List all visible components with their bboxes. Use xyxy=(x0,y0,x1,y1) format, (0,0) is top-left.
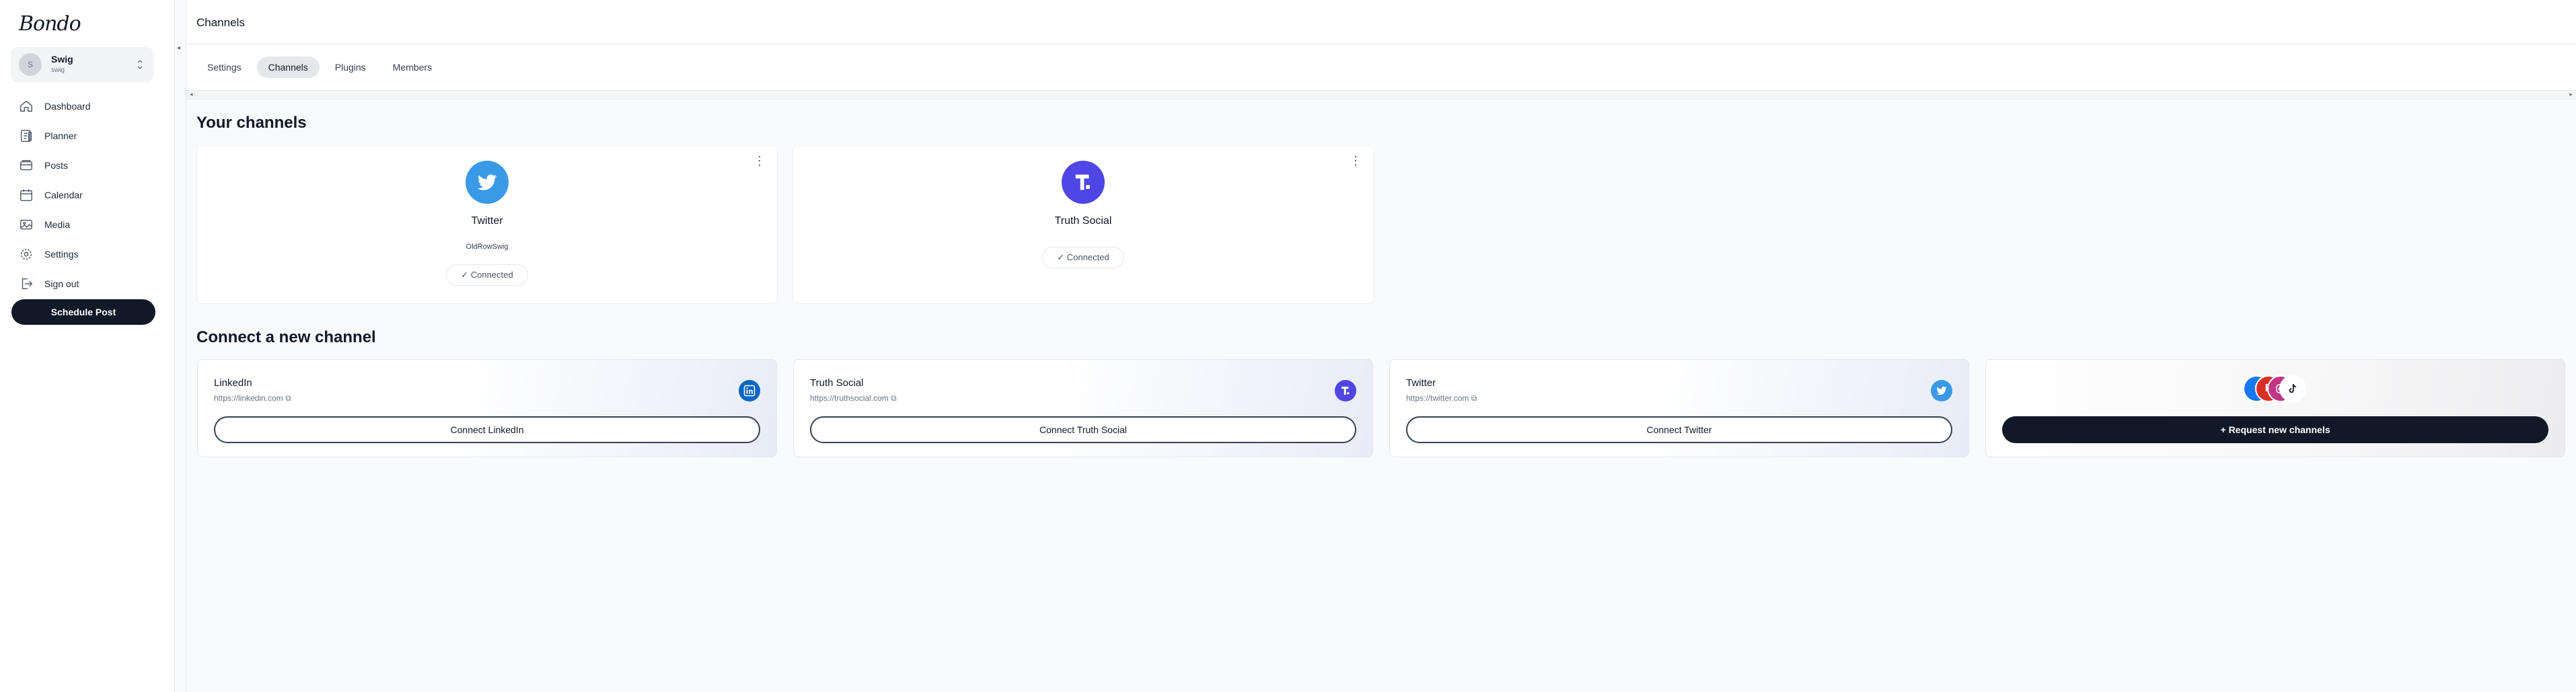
external-link-icon: ⧉ xyxy=(891,393,897,403)
request-new-channels-button[interactable]: + Request new channels xyxy=(2002,416,2548,443)
sidebar-item-label: Media xyxy=(44,219,71,230)
external-link-icon: ⧉ xyxy=(1471,393,1477,403)
channel-username: OldRowSwig xyxy=(466,243,509,251)
tab-channels[interactable]: Channels xyxy=(256,56,320,78)
sidebar-collapse-handle[interactable]: ◂ xyxy=(175,0,186,692)
connect-linkedin-button[interactable]: Connect LinkedIn xyxy=(214,416,760,443)
sidebar-item-settings[interactable]: Settings xyxy=(11,239,159,269)
tab-settings[interactable]: Settings xyxy=(196,56,253,78)
connect-twitter-button[interactable]: Connect Twitter xyxy=(1406,416,1952,443)
sidebar-item-dashboard[interactable]: Dashboard xyxy=(11,91,159,121)
schedule-post-button[interactable]: Schedule Post xyxy=(11,299,155,325)
chevron-left-icon: ◂ xyxy=(177,44,181,52)
truth-social-icon xyxy=(1335,380,1356,401)
connect-channel-url[interactable]: https://twitter.com ⧉ xyxy=(1406,393,1477,403)
connected-badge: ✓ Connected xyxy=(1042,247,1124,268)
media-icon xyxy=(20,219,32,230)
your-channels-title: Your channels xyxy=(196,114,307,132)
planner-icon xyxy=(20,130,32,142)
tab-members[interactable]: Members xyxy=(381,56,443,78)
connect-card-twitter: Twitter https://twitter.com ⧉ Connect Tw… xyxy=(1389,359,1969,457)
channel-card-truth-social: ⋮ Truth Social ✓ Connected xyxy=(793,145,1374,304)
connect-channel-name: LinkedIn xyxy=(214,377,252,389)
sign-out-icon xyxy=(22,278,33,290)
account-handle: swig xyxy=(51,67,65,74)
connected-badge: ✓ Connected xyxy=(446,264,528,286)
sidebar-item-calendar[interactable]: Calendar xyxy=(11,180,159,210)
home-icon xyxy=(20,100,32,112)
sidebar-item-label: Calendar xyxy=(44,190,83,200)
sidebar: Bondo S Swig swig Dashboard Planner Post… xyxy=(0,0,175,692)
request-channels-card: f P + Request new channels xyxy=(1985,359,2565,457)
external-link-icon: ⧉ xyxy=(285,393,291,403)
chevron-updown-icon xyxy=(137,59,143,70)
more-options-icon[interactable]: ⋮ xyxy=(753,154,766,168)
twitter-bird-icon xyxy=(1931,380,1952,401)
channel-card-twitter: ⋮ Twitter OldRowSwig ✓ Connected xyxy=(196,145,778,304)
channel-logo-stack: f P xyxy=(2243,375,2308,402)
connect-channel-name: Truth Social xyxy=(810,377,864,389)
scroll-right-icon[interactable]: ▸ xyxy=(2569,91,2573,98)
app-logo[interactable]: Bondo xyxy=(19,12,81,36)
tab-plugins[interactable]: Plugins xyxy=(324,56,377,78)
posts-icon xyxy=(20,159,32,171)
tab-bar: Settings Channels Plugins Members xyxy=(196,56,447,78)
tiktok-icon xyxy=(2279,375,2306,402)
sidebar-item-sign-out[interactable]: Sign out xyxy=(11,269,159,299)
sidebar-item-posts[interactable]: Posts xyxy=(11,151,159,180)
connect-truth-social-button[interactable]: Connect Truth Social xyxy=(810,416,1356,443)
connect-channel-url[interactable]: https://linkedin.com ⧉ xyxy=(214,393,291,403)
sidebar-item-label: Posts xyxy=(44,160,69,171)
channel-name: Twitter xyxy=(471,215,503,227)
linkedin-icon xyxy=(739,380,760,401)
sidebar-item-label: Planner xyxy=(44,130,77,141)
scroll-left-icon[interactable]: ◂ xyxy=(190,91,193,98)
connect-channel-name: Twitter xyxy=(1406,377,1436,389)
calendar-icon xyxy=(20,189,32,201)
sidebar-nav: Dashboard Planner Posts Calendar Media S… xyxy=(11,91,159,299)
connect-channel-title: Connect a new channel xyxy=(196,328,376,346)
page-header: Channels xyxy=(186,0,2576,44)
connect-card-truth-social: Truth Social https://truthsocial.com ⧉ C… xyxy=(793,359,1373,457)
truth-social-icon xyxy=(1062,161,1105,204)
account-name: Swig xyxy=(51,54,73,65)
sidebar-item-label: Settings xyxy=(44,249,79,260)
connect-channel-url[interactable]: https://truthsocial.com ⧉ xyxy=(810,393,897,403)
sidebar-item-media[interactable]: Media xyxy=(11,210,159,239)
more-options-icon[interactable]: ⋮ xyxy=(1350,154,1362,168)
page-title: Channels xyxy=(196,16,245,29)
sidebar-item-label: Dashboard xyxy=(44,101,91,112)
twitter-bird-icon xyxy=(466,161,509,204)
avatar: S xyxy=(19,53,42,76)
account-switcher[interactable]: S Swig swig xyxy=(11,47,153,82)
gear-icon xyxy=(20,248,32,260)
connect-card-linkedin: LinkedIn https://linkedin.com ⧉ Connect … xyxy=(197,359,777,457)
sidebar-item-label: Sign out xyxy=(44,278,79,289)
horizontal-scrollbar[interactable]: ◂ ▸ xyxy=(186,90,2576,100)
sidebar-item-planner[interactable]: Planner xyxy=(11,121,159,151)
channel-name: Truth Social xyxy=(1054,215,1112,227)
